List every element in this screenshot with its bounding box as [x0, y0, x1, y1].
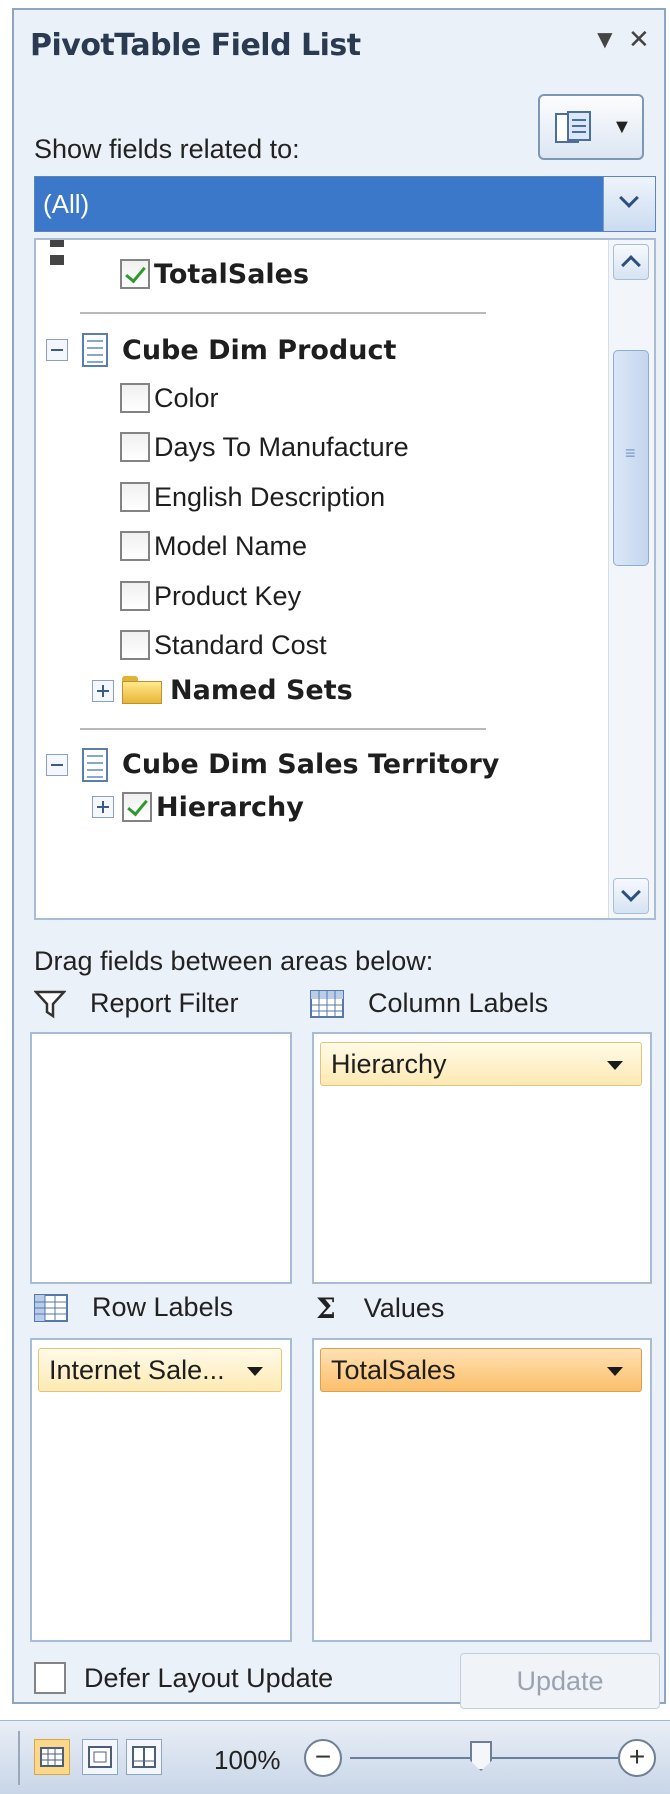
- status-bar: 100% − +: [0, 1720, 670, 1794]
- collapse-icon[interactable]: [46, 754, 68, 776]
- report-filter-area[interactable]: [30, 1032, 292, 1284]
- chevron-down-icon: [621, 882, 641, 902]
- values-label: Σ Values: [316, 1292, 444, 1325]
- field-label: Product Key: [154, 580, 302, 611]
- column-field-hierarchy[interactable]: Hierarchy: [320, 1042, 642, 1086]
- field-pill-label: Hierarchy: [331, 1048, 447, 1079]
- report-filter-label: Report Filter: [34, 988, 239, 1019]
- field-label: Color: [154, 382, 219, 413]
- area-label-text: Report Filter: [90, 988, 239, 1018]
- normal-view-icon: [40, 1747, 64, 1767]
- row-labels-area[interactable]: Internet Sale...: [30, 1338, 292, 1642]
- pane-menu-button[interactable]: ▼: [592, 24, 618, 55]
- dropdown-selected-value: (All): [43, 189, 90, 219]
- table-icon: [82, 748, 108, 782]
- group-cube-dim-product[interactable]: Cube Dim Product: [122, 328, 396, 372]
- zoom-slider-thumb[interactable]: [470, 1741, 492, 1771]
- field-item-english-description[interactable]: English Description: [120, 475, 385, 519]
- layout-icon: [555, 111, 591, 143]
- row-labels-label: Row Labels: [34, 1292, 233, 1323]
- dropdown-arrow-icon[interactable]: [607, 1367, 623, 1376]
- drag-instruction: Drag fields between areas below:: [34, 946, 434, 976]
- pivottable-field-list-pane: PivotTable Field List ▼ ✕ Show fields re…: [12, 8, 666, 1709]
- filter-icon: [34, 990, 66, 1018]
- dropdown-arrow-icon[interactable]: [607, 1061, 623, 1070]
- defer-checkbox[interactable]: [34, 1662, 66, 1694]
- zoom-level[interactable]: 100%: [214, 1745, 281, 1776]
- dropdown-arrow-icon[interactable]: [247, 1367, 263, 1376]
- column-labels-icon: [310, 989, 344, 1018]
- row-labels-icon: [34, 1293, 68, 1322]
- area-label-text: Column Labels: [368, 988, 549, 1018]
- expand-icon[interactable]: [92, 796, 114, 818]
- update-button[interactable]: Update: [460, 1653, 660, 1709]
- defer-label: Defer Layout Update: [84, 1662, 334, 1693]
- field-checkbox[interactable]: [120, 383, 150, 413]
- field-checkbox[interactable]: [120, 630, 150, 660]
- page-break-view-button[interactable]: [126, 1739, 162, 1775]
- field-checkbox[interactable]: [120, 581, 150, 611]
- pane-title: PivotTable Field List: [30, 28, 361, 63]
- field-pill-label: Internet Sale...: [49, 1354, 225, 1385]
- field-checkbox[interactable]: [122, 792, 152, 822]
- defer-layout-update[interactable]: Defer Layout Update: [34, 1662, 333, 1694]
- group-cube-dim-sales-territory[interactable]: Cube Dim Sales Territory: [122, 742, 499, 786]
- field-list: TotalSales Cube Dim Product Color Days T…: [34, 238, 656, 920]
- row-field-internet-sales[interactable]: Internet Sale...: [38, 1348, 282, 1392]
- scroll-up-button[interactable]: [613, 244, 649, 280]
- zoom-in-button[interactable]: +: [618, 1739, 656, 1777]
- field-label: Hierarchy: [156, 791, 304, 823]
- field-item-totalsales[interactable]: TotalSales: [120, 252, 309, 296]
- separator: [80, 728, 486, 730]
- expand-icon[interactable]: [92, 680, 114, 702]
- partial-row-above: [50, 240, 104, 265]
- field-label: Days To Manufacture: [154, 431, 409, 462]
- close-button[interactable]: ✕: [628, 24, 650, 55]
- value-field-totalsales[interactable]: TotalSales: [320, 1348, 642, 1392]
- field-item-model-name[interactable]: Model Name: [120, 524, 307, 568]
- chevron-down-icon: [619, 188, 639, 208]
- scroll-down-button[interactable]: [613, 878, 649, 914]
- field-label: Standard Cost: [154, 629, 327, 660]
- chevron-up-icon: [621, 255, 641, 275]
- table-icon: [82, 333, 108, 367]
- field-item-hierarchy[interactable]: Hierarchy: [122, 785, 304, 829]
- field-checkbox[interactable]: [120, 432, 150, 462]
- page-layout-view-button[interactable]: [82, 1739, 118, 1775]
- separator: [18, 1731, 20, 1785]
- chevron-down-icon: ▼: [612, 116, 632, 138]
- separator: [80, 312, 486, 314]
- zoom-out-button[interactable]: −: [304, 1739, 342, 1777]
- show-fields-related-dropdown[interactable]: (All): [34, 176, 656, 232]
- area-label-text: Row Labels: [92, 1292, 234, 1322]
- page-layout-icon: [88, 1746, 112, 1768]
- field-label: Model Name: [154, 530, 308, 561]
- folder-icon: [122, 676, 162, 704]
- page-break-icon: [132, 1746, 156, 1768]
- field-pill-label: TotalSales: [331, 1354, 456, 1385]
- column-labels-area[interactable]: Hierarchy: [312, 1032, 652, 1284]
- column-labels-label: Column Labels: [310, 988, 548, 1019]
- field-checkbox[interactable]: [120, 259, 150, 289]
- values-area[interactable]: TotalSales: [312, 1338, 652, 1642]
- field-checkbox[interactable]: [120, 531, 150, 561]
- named-sets-folder[interactable]: Named Sets: [170, 668, 353, 712]
- field-label: English Description: [154, 481, 386, 512]
- collapse-icon[interactable]: [46, 339, 68, 361]
- field-list-layout-button[interactable]: ▼: [538, 94, 644, 160]
- dropdown-button[interactable]: [603, 177, 655, 231]
- normal-view-button[interactable]: [34, 1739, 70, 1775]
- field-label: TotalSales: [154, 258, 310, 290]
- sigma-icon: Σ: [316, 1292, 336, 1325]
- field-item-color[interactable]: Color: [120, 376, 219, 420]
- field-item-product-key[interactable]: Product Key: [120, 574, 301, 618]
- field-item-standard-cost[interactable]: Standard Cost: [120, 623, 327, 667]
- show-fields-label: Show fields related to:: [34, 134, 300, 164]
- scrollbar-thumb[interactable]: [613, 350, 649, 566]
- field-item-days-to-manufacture[interactable]: Days To Manufacture: [120, 425, 409, 469]
- area-label-text: Values: [363, 1293, 445, 1323]
- field-checkbox[interactable]: [120, 482, 150, 512]
- vertical-scrollbar[interactable]: [608, 240, 654, 918]
- title-bar: PivotTable Field List ▼ ✕: [14, 10, 664, 72]
